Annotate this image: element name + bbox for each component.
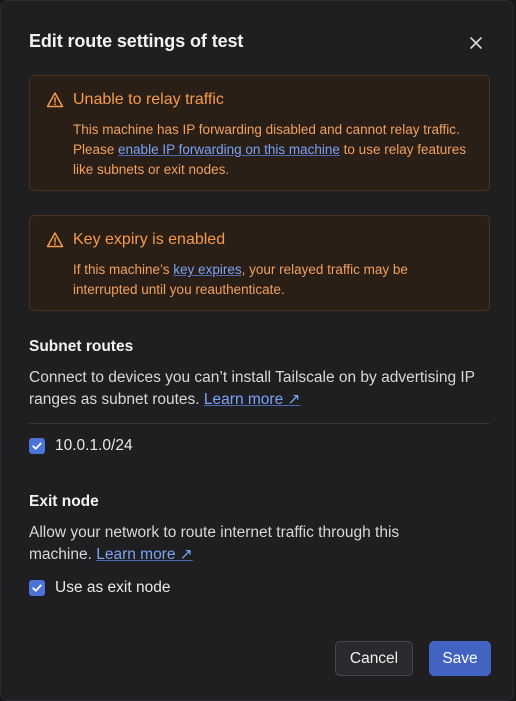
subnet-route-item[interactable]: 10.0.1.0/24 [29, 437, 133, 455]
relay-warning-alert: Unable to relay traffic This machine has… [29, 75, 490, 191]
subnet-routes-heading: Subnet routes [29, 338, 134, 355]
exit-node-learn-more-link[interactable]: Learn more ↗ [96, 546, 193, 563]
enable-ip-forwarding-link[interactable]: enable IP forwarding on this machine [118, 142, 340, 157]
warning-icon [46, 92, 64, 108]
check-icon [32, 584, 42, 592]
save-button[interactable]: Save [429, 641, 491, 676]
subnet-route-checkbox[interactable] [29, 438, 45, 454]
exit-node-heading: Exit node [29, 493, 99, 510]
close-button[interactable] [464, 31, 488, 55]
relay-warning-title: Unable to relay traffic [73, 91, 224, 108]
exit-node-label: Use as exit node [55, 579, 171, 596]
key-expiry-text-1: If this machine’s [73, 262, 174, 277]
cancel-button[interactable]: Cancel [335, 641, 413, 676]
exit-node-checkbox[interactable] [29, 580, 45, 596]
subnet-learn-more-link[interactable]: Learn more ↗ [204, 391, 301, 408]
divider [29, 423, 490, 424]
exit-node-text: Allow your network to route internet tra… [29, 524, 400, 563]
key-expiry-body: If this machine’s key expires, your rela… [73, 260, 473, 300]
exit-node-option[interactable]: Use as exit node [29, 579, 170, 597]
subnet-route-label: 10.0.1.0/24 [55, 437, 133, 454]
warning-icon [46, 232, 64, 248]
edit-route-dialog: Edit route settings of test Unable to re… [0, 0, 514, 701]
check-icon [32, 442, 42, 450]
dialog-title: Edit route settings of test [29, 31, 244, 51]
exit-node-description: Allow your network to route internet tra… [29, 522, 449, 566]
key-expiry-title: Key expiry is enabled [73, 231, 226, 248]
key-expiry-alert: Key expiry is enabled If this machine’s … [29, 215, 490, 311]
close-icon[interactable] [468, 35, 484, 51]
key-expires-link[interactable]: key expires [173, 262, 241, 277]
relay-warning-body: This machine has IP forwarding disabled … [73, 120, 473, 180]
subnet-routes-description: Connect to devices you can’t install Tai… [29, 367, 499, 411]
